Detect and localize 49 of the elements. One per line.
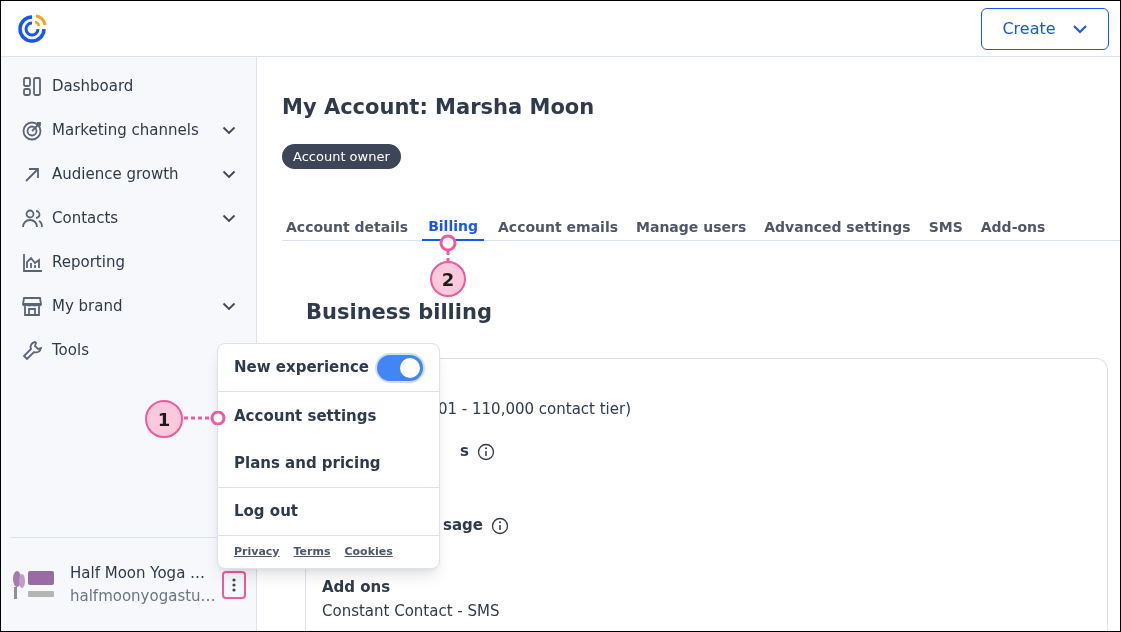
callout-marker: 2 [430,261,466,297]
toggle-knob [400,357,420,378]
tab[interactable]: Advanced settings [760,213,915,241]
menu-item[interactable]: Plans and pricing [234,452,381,475]
sidebar-item[interactable]: Reporting [21,248,236,276]
footer-link[interactable]: Privacy [234,543,280,561]
tab[interactable]: Account emails [494,213,622,241]
sidebar-item[interactable]: Audience growth [21,160,236,188]
info-icon[interactable] [476,442,495,461]
footer-link[interactable]: Cookies [344,543,393,561]
sidebar-item[interactable]: Tools [21,336,236,364]
tab[interactable]: Manage users [632,213,751,241]
chevron-down-icon [1071,23,1088,34]
footer-link[interactable]: Terms [293,543,331,561]
menu-item[interactable]: Account settings [234,404,377,428]
card-label: sage [443,515,483,537]
account-name: Half Moon Yoga … [70,563,207,584]
chevron-down-icon [222,125,236,135]
chevron-down-icon [222,301,236,311]
create-button[interactable]: Create [981,7,1109,50]
card-text: Constant Contact - SMS [322,601,500,623]
sidebar-item[interactable]: Marketing channels [21,116,236,144]
bar-chart-icon [21,251,43,273]
more-vertical-icon [231,577,236,592]
sidebar-item[interactable]: Contacts [21,204,236,232]
people-icon [21,207,43,229]
info-icon[interactable] [490,516,509,535]
target-icon [21,119,43,141]
toggle-switch[interactable] [377,354,423,381]
section-title: Business billing [306,299,493,326]
chevron-down-icon [222,169,236,179]
logo-icon [16,12,48,45]
sidebar-item[interactable]: Dashboard [21,72,236,100]
storefront-icon [21,295,43,317]
chevron-down-icon [222,213,236,223]
wrench-icon [21,339,43,361]
tab[interactable]: Add-ons [976,213,1050,241]
account-owner-badge: Account owner [282,143,401,169]
sidebar-item[interactable]: My brand [21,292,236,320]
callout-connector [438,233,458,263]
toggle-label: New experience [234,357,370,379]
dashboard-icon [21,75,43,97]
card-heading: Add ons [322,577,391,599]
page-title: My Account: Marsha Moon [282,94,596,121]
tab[interactable]: SMS [924,213,967,241]
menu-item[interactable]: Log out [234,500,298,523]
account-email: halfmoonyogastu… [70,585,216,607]
tab[interactable]: Account details [282,213,413,241]
card-label: s [460,441,469,463]
